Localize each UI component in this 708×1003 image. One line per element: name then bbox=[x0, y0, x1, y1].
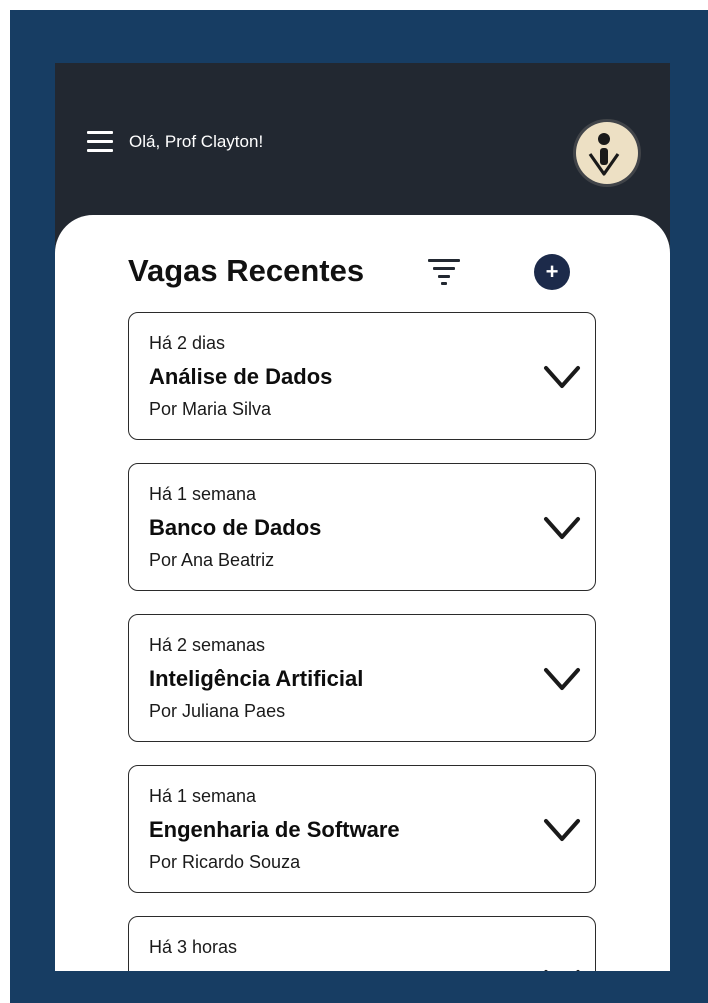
menu-icon[interactable] bbox=[87, 131, 113, 153]
list-item[interactable]: Há 2 semanas Inteligência Artificial Por… bbox=[128, 614, 596, 742]
avatar[interactable] bbox=[573, 119, 641, 187]
job-author: Por Ana Beatriz bbox=[149, 550, 275, 570]
list-item[interactable]: Há 2 dias Análise de Dados Por Maria Sil… bbox=[128, 312, 596, 440]
outer-frame: Olá, Prof Clayton! Vagas Recentes + Há 2… bbox=[10, 10, 708, 1003]
avatar-logo bbox=[576, 122, 638, 184]
top-bar: Olá, Prof Clayton! bbox=[55, 63, 670, 223]
posted-time: Há 1 semana bbox=[149, 786, 257, 806]
filter-icon[interactable] bbox=[427, 255, 461, 285]
posted-time: Há 2 semanas bbox=[149, 635, 266, 655]
job-author: Por Maria Silva bbox=[149, 399, 272, 419]
posted-time: Há 3 horas bbox=[149, 937, 238, 957]
chevron-down-icon[interactable] bbox=[543, 516, 581, 540]
chevron-down-icon[interactable] bbox=[543, 969, 581, 971]
page-title: Vagas Recentes bbox=[128, 253, 365, 288]
job-author: Por Ricardo Souza bbox=[149, 852, 301, 872]
job-title: Engenharia de Software bbox=[149, 817, 400, 842]
list-item[interactable]: Há 1 semana Engenharia de Software Por R… bbox=[128, 765, 596, 893]
app-screen: Olá, Prof Clayton! Vagas Recentes + Há 2… bbox=[55, 63, 670, 971]
posted-time: Há 1 semana bbox=[149, 484, 257, 504]
chevron-down-icon[interactable] bbox=[543, 667, 581, 691]
plus-icon: + bbox=[545, 259, 559, 284]
list-item[interactable]: Há 1 semana Banco de Dados Por Ana Beatr… bbox=[128, 463, 596, 591]
job-title: Análise de Dados bbox=[149, 364, 333, 389]
chevron-down-icon[interactable] bbox=[543, 818, 581, 842]
add-button[interactable]: + bbox=[534, 254, 570, 290]
job-author: Por Juliana Paes bbox=[149, 701, 286, 721]
chevron-down-icon[interactable] bbox=[543, 365, 581, 389]
posted-time: Há 2 dias bbox=[149, 333, 226, 353]
content-panel: Vagas Recentes + Há 2 dias Análise de Da… bbox=[55, 215, 670, 971]
job-title: Inteligência Artificial bbox=[149, 666, 364, 691]
list-item[interactable]: Há 3 horas bbox=[128, 916, 596, 971]
greeting-text: Olá, Prof Clayton! bbox=[129, 132, 264, 151]
job-title: Banco de Dados bbox=[149, 515, 322, 540]
